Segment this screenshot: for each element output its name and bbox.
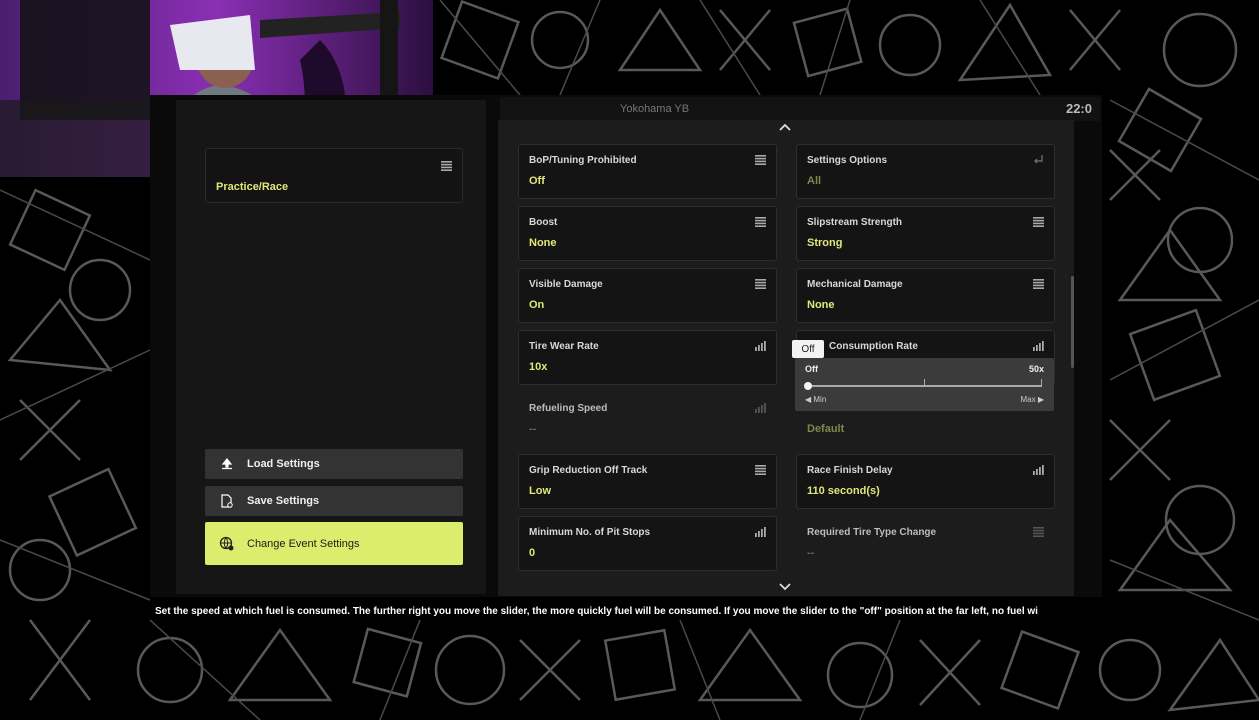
setting-label: Required Tire Type Change [807,527,937,538]
setting-label: Consumption Rate [829,341,918,352]
scroll-down-chevron-icon[interactable] [779,583,791,591]
setting-value: Default [807,423,845,435]
setting-label: Boost [529,217,558,228]
upload-icon [219,456,235,472]
slider-min-label: Off [805,364,818,374]
bars-icon [1033,465,1044,475]
save-settings-button[interactable]: Save Settings [205,486,463,516]
setting-label: Refueling Speed [529,403,608,414]
setting-value: On [529,299,545,311]
setting-value: Off [529,175,545,187]
setting-value: 0 [529,547,536,559]
setting-card[interactable]: Refueling Speed -- [518,392,777,447]
slider-value-tooltip: Off [792,340,824,362]
setting-label: Minimum No. of Pit Stops [529,527,651,538]
slider-max-hint: Max ▶ [1020,395,1045,404]
setting-label: Settings Options [807,155,887,166]
setting-card[interactable]: Minimum No. of Pit Stops 0 [518,516,777,571]
enter-icon [1034,155,1043,164]
setting-card[interactable]: Slipstream Strength Strong [796,206,1055,261]
bars-icon [1033,341,1044,351]
load-settings-label: Load Settings [247,458,320,470]
list-icon [1033,217,1044,227]
load-settings-button[interactable]: Load Settings [205,449,463,479]
slider-min-hint: ◀ Min [805,395,827,404]
list-icon [755,465,766,475]
bars-icon [755,341,766,351]
change-event-settings-button[interactable]: Change Event Settings [205,522,463,565]
save-settings-label: Save Settings [247,495,320,507]
setting-value: None [529,237,557,249]
setting-card[interactable]: Settings Options All [796,144,1055,199]
event-title: Yokohama YB [620,103,690,115]
setting-card[interactable]: BoP/Tuning Prohibited Off [518,144,777,199]
event-mode-value: Practice/Race [216,181,289,193]
setting-label: Slipstream Strength [807,217,903,228]
setting-label: BoP/Tuning Prohibited [529,155,637,166]
event-mode-card[interactable]: Practice/Race [205,148,463,203]
setting-card[interactable]: Tire Wear Rate 10x [518,330,777,385]
fuel-consumption-slider-popover[interactable]: Off 50x ◀ Min Max ▶ [795,358,1054,411]
setting-value: -- [807,547,815,559]
help-caption: Set the speed at which fuel is consumed.… [155,606,1038,617]
setting-value: -- [529,423,537,435]
list-icon [441,161,452,171]
slider-max-label: 50x [1028,364,1044,374]
setting-label: Race Finish Delay [807,465,893,476]
save-file-icon [219,493,235,509]
slider-thumb[interactable] [804,382,812,390]
setting-card[interactable]: Boost None [518,206,777,261]
bars-icon [755,403,766,413]
slider-tick [924,379,925,386]
setting-value: All [807,175,822,187]
list-icon [1033,527,1044,537]
setting-card[interactable]: Race Finish Delay 110 second(s) [796,454,1055,509]
bars-icon [755,527,766,537]
setting-value: 110 second(s) [807,485,880,497]
settings-scrollbar[interactable] [1071,276,1074,368]
setting-label: Tire Wear Rate [529,341,599,352]
setting-card[interactable]: Visible Damage On [518,268,777,323]
setting-value: 10x [529,361,548,373]
setting-label: Mechanical Damage [807,279,903,290]
slider-track[interactable] [808,385,1042,387]
setting-value: Strong [807,237,843,249]
setting-label: Visible Damage [529,279,603,290]
top-status-bar: Yokohama YB 22:0 [500,97,1100,121]
scroll-up-chevron-icon[interactable] [779,123,791,131]
setting-card[interactable]: Required Tire Type Change -- [796,516,1055,571]
slider-max-hint-label: Max [1020,395,1036,404]
setting-value: None [807,299,835,311]
setting-card[interactable]: Mechanical Damage None [796,268,1055,323]
clock: 22:0 [1065,101,1092,116]
setting-card[interactable]: Grip Reduction Off Track Low [518,454,777,509]
setting-value: Low [529,485,551,497]
slider-tick [1041,379,1042,386]
globe-settings-icon [219,536,235,552]
setting-label: Grip Reduction Off Track [529,465,648,476]
list-icon [755,279,766,289]
list-icon [1033,279,1044,289]
change-event-settings-label: Change Event Settings [247,537,360,550]
list-icon [755,155,766,165]
list-icon [755,217,766,227]
slider-min-hint-label: Min [813,395,827,404]
